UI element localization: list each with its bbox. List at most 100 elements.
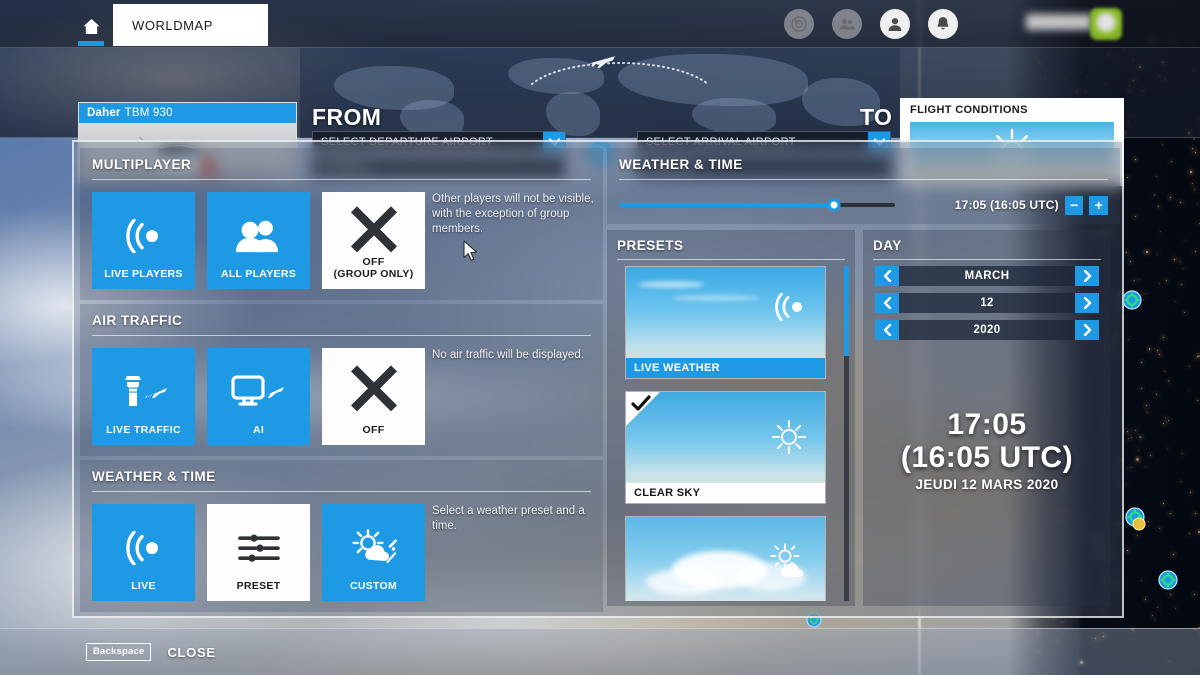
day-year-value: 2020 xyxy=(973,324,1001,336)
big-time-display: 17:05 (16:05 UTC) JEUDI 12 MARS 2020 xyxy=(863,408,1111,492)
avatar[interactable] xyxy=(1090,8,1122,40)
weather-option-custom[interactable]: CUSTOM xyxy=(322,504,425,601)
multiplayer-option-all-players[interactable]: ALL PLAYERS xyxy=(207,192,310,289)
map-pin[interactable] xyxy=(1158,570,1178,590)
divider xyxy=(92,491,591,492)
radar-icon[interactable] xyxy=(784,9,814,39)
backspace-keycap: Backspace xyxy=(86,643,152,661)
chevron-right-icon[interactable] xyxy=(1075,266,1099,286)
from-label: FROM xyxy=(312,104,382,130)
chevron-left-icon[interactable] xyxy=(875,266,899,286)
cross-x-icon xyxy=(350,364,397,416)
air-traffic-option-ai[interactable]: AI xyxy=(207,348,310,445)
air-traffic-option-label: OFF xyxy=(362,424,385,436)
close-action-label[interactable]: CLOSE xyxy=(167,645,215,660)
multiplayer-option-label: LIVE PLAYERS xyxy=(104,268,183,280)
home-active-underline xyxy=(78,41,104,46)
weather-option-preset[interactable]: PRESET xyxy=(207,504,310,601)
time-decrease-button[interactable]: − xyxy=(1064,195,1084,215)
weather-time-block: WEATHER & TIME LIVE PRESET CUSTOM Select… xyxy=(80,460,603,612)
chevron-left-icon[interactable] xyxy=(875,293,899,313)
day-stepper-day: 12 xyxy=(875,293,1099,313)
airplane-icon xyxy=(589,56,615,68)
multiplayer-hint: Other players will not be visible, with … xyxy=(432,193,594,235)
air-traffic-options: LIVE TRAFFIC AI OFF No air traffic will … xyxy=(80,348,603,445)
flight-plan-bar: Daher TBM 930 FROM TO SELECT DEPARTURE A… xyxy=(0,48,1200,186)
sun-cloud-icon xyxy=(768,543,808,584)
weather-time-options: LIVE PRESET CUSTOM Select a weather pres… xyxy=(80,504,603,601)
presets-list[interactable]: LIVE WEATHER CLEAR SKY xyxy=(625,266,830,601)
air-traffic-title: AIR TRAFFIC xyxy=(92,313,183,328)
day-day-value: 12 xyxy=(980,297,994,309)
tab-worldmap-label: WORLDMAP xyxy=(132,17,213,33)
left-column: MULTIPLAYER LIVE PLAYERS ALL PLAYERS OFF… xyxy=(80,148,603,612)
aircraft-name: Daher TBM 930 xyxy=(79,103,296,123)
air-traffic-option-live-traffic[interactable]: LIVE TRAFFIC xyxy=(92,348,195,445)
control-tower-plane-icon xyxy=(117,374,171,415)
aircraft-model: TBM 930 xyxy=(124,107,173,119)
time-slider[interactable] xyxy=(619,198,895,212)
profile-icon[interactable] xyxy=(880,9,910,39)
aircraft-brand: Daher xyxy=(87,107,121,119)
right-column: WEATHER & TIME 17:05 (16:05 UTC) − + PRE… xyxy=(607,148,1120,612)
multiplayer-title: MULTIPLAYER xyxy=(92,157,192,172)
map-pin[interactable] xyxy=(1122,290,1142,310)
sun-cloud-wand-icon xyxy=(349,528,399,571)
chevron-right-icon[interactable] xyxy=(1075,320,1099,340)
live-signal-icon xyxy=(122,529,166,570)
multiplayer-option-label-line2: (GROUP ONLY) xyxy=(333,268,414,280)
big-time-line2: (16:05 UTC) xyxy=(900,441,1074,474)
chevron-right-icon[interactable] xyxy=(1075,293,1099,313)
day-month-value: MARCH xyxy=(964,270,1010,282)
top-icon-group xyxy=(784,9,958,39)
time-increase-button[interactable]: + xyxy=(1089,195,1108,215)
home-button[interactable] xyxy=(76,4,106,48)
divider xyxy=(92,179,591,180)
weather-time-right-title: WEATHER & TIME xyxy=(619,157,743,172)
group-players-icon[interactable] xyxy=(832,9,862,39)
tab-worldmap[interactable]: WORLDMAP xyxy=(113,4,268,46)
weather-time-left-title: WEATHER & TIME xyxy=(92,469,216,484)
preset-few-clouds[interactable]: FEW CLOUDS xyxy=(625,516,826,601)
divider xyxy=(619,179,1108,180)
air-traffic-option-label: AI xyxy=(252,424,265,436)
presets-title: PRESETS xyxy=(617,238,684,253)
top-navigation-bar: WORLDMAP xyxy=(0,0,1200,48)
air-traffic-option-off[interactable]: OFF xyxy=(322,348,425,445)
map-pin-yellow[interactable] xyxy=(1132,517,1146,531)
multiplayer-option-off[interactable]: OFF (GROUP ONLY) xyxy=(322,192,425,289)
cross-x-icon xyxy=(350,205,397,257)
day-panel: DAY MARCH 12 2020 17:05 (16:05 UTC) JEUD… xyxy=(863,230,1111,606)
air-traffic-hint: No air traffic will be displayed. xyxy=(432,349,584,361)
preset-live-weather[interactable]: LIVE WEATHER xyxy=(625,266,826,379)
username-label xyxy=(1026,14,1092,30)
route-arc xyxy=(531,62,709,85)
time-slider-value: 17:05 (16:05 UTC) xyxy=(954,198,1059,212)
big-time-line1: 17:05 xyxy=(947,408,1027,441)
notifications-bell-icon[interactable] xyxy=(928,9,958,39)
multiplayer-option-live-players[interactable]: LIVE PLAYERS xyxy=(92,192,195,289)
time-slider-row: 17:05 (16:05 UTC) − + xyxy=(619,192,1108,218)
weather-option-label: CUSTOM xyxy=(349,580,398,592)
multiplayer-option-label-line1: OFF xyxy=(362,256,385,268)
presets-scrollbar-thumb[interactable] xyxy=(844,266,849,356)
divider xyxy=(873,259,1101,260)
mouse-cursor xyxy=(463,240,479,267)
sliders-icon xyxy=(237,531,281,570)
presets-scrollbar[interactable] xyxy=(844,266,849,601)
multiplayer-options: LIVE PLAYERS ALL PLAYERS OFF (GROUP ONLY… xyxy=(80,192,603,289)
preset-clear-sky[interactable]: CLEAR SKY xyxy=(625,391,826,504)
multiplayer-block: MULTIPLAYER LIVE PLAYERS ALL PLAYERS OFF… xyxy=(80,148,603,300)
weather-option-live[interactable]: LIVE xyxy=(92,504,195,601)
day-stepper-month: MARCH xyxy=(875,266,1099,286)
monitor-plane-icon xyxy=(230,374,287,415)
time-slider-handle[interactable] xyxy=(827,198,841,212)
air-traffic-block: AIR TRAFFIC LIVE TRAFFIC AI OFF No air t… xyxy=(80,304,603,456)
preset-label: CLEAR SKY xyxy=(626,483,825,503)
day-stepper-year: 2020 xyxy=(875,320,1099,340)
weather-option-label: LIVE xyxy=(131,580,156,592)
chevron-left-icon[interactable] xyxy=(875,320,899,340)
air-traffic-option-label: LIVE TRAFFIC xyxy=(106,424,181,436)
weather-option-label: PRESET xyxy=(236,580,281,592)
to-label: TO xyxy=(860,104,893,130)
